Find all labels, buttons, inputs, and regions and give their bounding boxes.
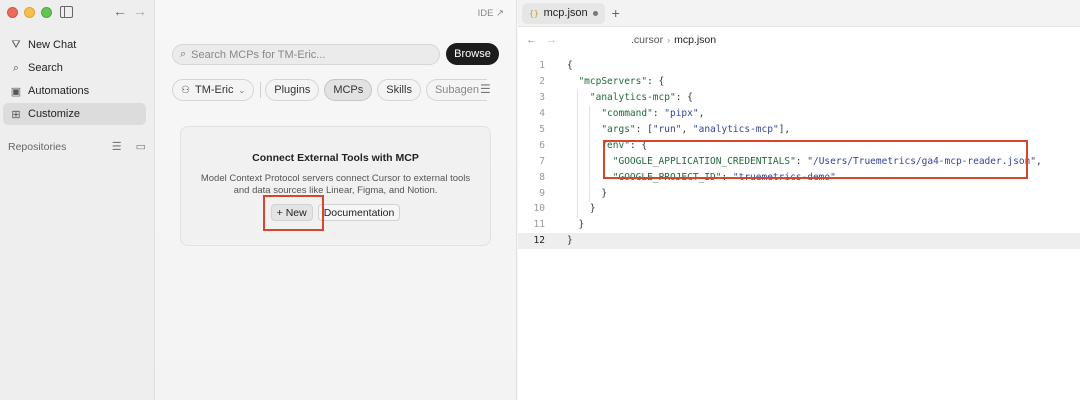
line-number: 8: [539, 171, 545, 183]
user-icon: ⚇: [181, 84, 190, 96]
code-line[interactable]: 1{: [518, 58, 1080, 74]
customize-panel: IDE ↗ ⌕ Browse ⚇ TM-Eric ⌄ PluginsMCPsSk…: [155, 0, 517, 400]
breadcrumb-folder[interactable]: .cursor: [631, 34, 663, 46]
back-arrow-icon[interactable]: ←: [113, 3, 127, 19]
account-selector[interactable]: ⚇ TM-Eric ⌄: [172, 79, 255, 101]
repositories-label: Repositories: [8, 140, 67, 153]
sidebar-item-label: Search: [28, 62, 63, 74]
line-number: 5: [539, 124, 545, 135]
sidebar-item-label: Customize: [28, 108, 80, 120]
code-text: "mcpServers": {: [578, 76, 665, 88]
breadcrumb-separator-icon: ›: [667, 34, 671, 45]
line-number: 3: [539, 92, 545, 104]
env-highlight: [603, 140, 1028, 179]
line-number: 12: [533, 235, 545, 247]
sidebar-toggle-icon[interactable]: [60, 6, 73, 18]
maximize-window-button[interactable]: [41, 7, 52, 18]
sort-filter-icon[interactable]: ☰: [480, 82, 491, 96]
browse-button[interactable]: Browse: [446, 43, 499, 65]
sidebar-item-new-chat[interactable]: ⛛ New Chat: [3, 34, 146, 56]
search-icon: ⌕: [180, 48, 187, 60]
code-text: }: [567, 235, 573, 247]
code-text: "analytics-mcp": {: [589, 92, 693, 104]
sidebar-item-customize[interactable]: ⊞ Customize: [3, 103, 146, 125]
mcp-empty-state-card: Connect External Tools with MCP Model Co…: [180, 126, 491, 246]
code-line[interactable]: 4 "command": "pipx",: [518, 106, 1080, 122]
filter-tabs: Plugins MCPs Skills Subagen: [265, 79, 492, 101]
sidebar: ← → ⛛ New Chat ⌕ Search ▣ Automations ⊞ Customi…: [0, 0, 155, 400]
card-actions: + New Documentation: [181, 204, 490, 221]
sidebar-item-label: New Chat: [28, 39, 77, 51]
repositories-header: Repositories ☰ ▭: [8, 140, 146, 154]
mcp-search-box[interactable]: ⌕: [172, 44, 440, 65]
chevron-down-icon: ⌄: [238, 85, 246, 95]
card-title: Connect External Tools with MCP: [252, 152, 419, 164]
new-tab-icon[interactable]: +: [612, 5, 620, 21]
breadcrumb-file[interactable]: mcp.json: [674, 34, 716, 46]
editor-tab-bar: {} mcp.json +: [518, 0, 1080, 27]
indent-guide: [577, 90, 578, 218]
forward-arrow-icon[interactable]: →: [133, 3, 147, 19]
customize-icon: ⊞: [11, 108, 21, 121]
window-controls: [7, 7, 52, 18]
line-number: 9: [539, 187, 545, 199]
new-chat-icon: ⛛: [11, 38, 21, 51]
automations-icon: ▣: [10, 85, 22, 98]
filter-icon[interactable]: ☰: [112, 140, 122, 153]
tab-skills[interactable]: Skills: [377, 79, 421, 101]
code-text: }: [567, 187, 608, 199]
account-name: TM-Eric: [194, 84, 234, 96]
code-line[interactable]: 11 }: [518, 217, 1080, 233]
line-number: 10: [533, 203, 545, 215]
forward-arrow-icon[interactable]: →: [546, 34, 557, 46]
minimize-window-button[interactable]: [24, 7, 35, 18]
breadcrumb: ← → .cursor › mcp.json: [518, 27, 1080, 52]
code-line[interactable]: 5 "args": ["run", "analytics-mcp"],: [518, 122, 1080, 138]
code-editor: {} mcp.json + ← → .cursor › mcp.json 1{2…: [518, 0, 1080, 400]
code-line[interactable]: 12}: [518, 232, 1080, 249]
editor-tab-mcp-json[interactable]: {} mcp.json: [522, 2, 605, 24]
code-line[interactable]: 2 "mcpServers": {: [518, 74, 1080, 90]
ide-link[interactable]: IDE ↗: [478, 8, 504, 19]
line-number: 11: [533, 219, 545, 231]
tab-mcps[interactable]: MCPs: [324, 79, 373, 101]
code-text: {: [567, 60, 573, 72]
back-arrow-icon[interactable]: ←: [526, 34, 537, 46]
code-line[interactable]: 10 }: [518, 201, 1080, 217]
new-button-highlight: [263, 195, 324, 231]
line-number: 2: [539, 76, 545, 88]
sidebar-item-label: Automations: [28, 85, 90, 97]
line-number: 6: [539, 139, 545, 151]
unsaved-dot-icon[interactable]: [592, 10, 598, 16]
code-text: }: [567, 203, 596, 215]
json-file-icon: {}: [529, 8, 539, 18]
indent-guide: [589, 106, 590, 202]
line-number: 4: [539, 108, 545, 120]
code-text: "command": "pipx",: [601, 108, 705, 120]
sidebar-nav: ⛛ New Chat ⌕ Search ▣ Automations ⊞ Customize: [3, 34, 146, 126]
mcp-search-input[interactable]: [191, 48, 422, 61]
line-number: 7: [539, 155, 545, 167]
tab-subagen[interactable]: Subagen: [425, 79, 487, 101]
documentation-button[interactable]: Documentation: [317, 204, 401, 221]
search-icon: ⌕: [12, 61, 20, 74]
code-line[interactable]: 9 }: [518, 185, 1080, 201]
add-folder-icon[interactable]: ▭: [136, 140, 146, 153]
card-description: Model Context Protocol servers connect C…: [200, 173, 471, 196]
redacted-path: [569, 33, 631, 46]
code-text: }: [567, 219, 585, 231]
line-number: 1: [539, 60, 545, 72]
close-window-button[interactable]: [7, 7, 18, 18]
tab-plugins[interactable]: Plugins: [265, 79, 320, 101]
code-text: "args": ["run", "analytics-mcp"],: [601, 124, 791, 135]
tab-label: mcp.json: [543, 7, 588, 19]
filter-bar: ⚇ TM-Eric ⌄ Plugins MCPs Skills Subagen: [172, 79, 492, 101]
sidebar-item-automations[interactable]: ▣ Automations: [3, 80, 146, 102]
sidebar-item-search[interactable]: ⌕ Search: [3, 57, 146, 79]
code-line[interactable]: 3 "analytics-mcp": {: [518, 90, 1080, 106]
